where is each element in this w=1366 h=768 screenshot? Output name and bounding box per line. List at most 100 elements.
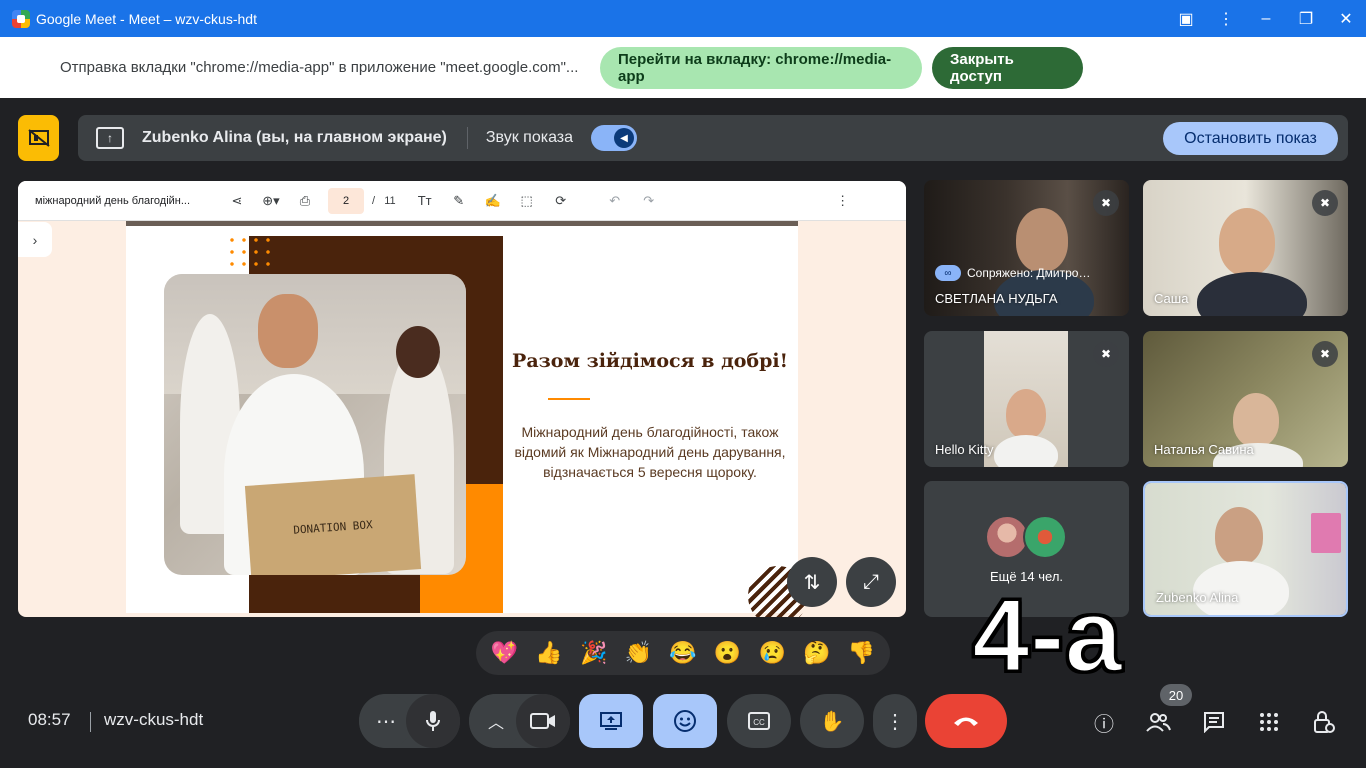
undo-icon[interactable]: ↶: [598, 193, 632, 209]
end-call-icon: [954, 717, 978, 726]
more-options-button[interactable]: ⋮: [873, 694, 917, 748]
wall-poster: [1311, 513, 1341, 553]
participant-tile[interactable]: ✖ ∞ Сопряжено: Дмитро… СВЕТЛАНА НУДЬГА: [924, 180, 1129, 316]
microphone-button[interactable]: [406, 694, 460, 748]
people-count-badge: 20: [1160, 684, 1192, 706]
window-controls: ▣ ⋮ – ❐ ✕: [1166, 0, 1366, 37]
participant-tile[interactable]: ✖ Наталья Савина: [1143, 331, 1348, 467]
fullscreen-button[interactable]: ⤢: [846, 557, 896, 607]
participant-face: [1006, 389, 1046, 439]
chat-icon[interactable]: [1197, 705, 1231, 739]
draw-icon[interactable]: ✎: [442, 193, 476, 209]
paired-device-label: ∞ Сопряжено: Дмитро…: [935, 265, 1090, 281]
slide-divider-line: [548, 398, 590, 400]
sign-icon[interactable]: ✍: [476, 193, 510, 209]
present-off-icon: [27, 129, 50, 147]
photo-person-right-head: [396, 326, 440, 378]
camera-icon: [530, 713, 555, 729]
mic-off-icon: ✖: [1093, 190, 1119, 216]
participant-tile-self[interactable]: Zubenko Alina: [1143, 481, 1348, 617]
shared-screen: міжнародний день благодійн... ⋖ ⊕▾ ⎙ 2 /…: [18, 181, 906, 617]
apps-grid-glyph: [1260, 713, 1278, 731]
reactions-button[interactable]: [653, 694, 717, 748]
more-vert-icon[interactable]: ⋮: [1206, 0, 1246, 37]
text-icon[interactable]: Tт: [408, 193, 442, 208]
presentation-warning-button[interactable]: [18, 115, 59, 161]
share-icon[interactable]: ⋖: [220, 193, 254, 209]
lock-person-glyph: [1314, 711, 1335, 733]
participant-face: [1215, 507, 1263, 565]
reaction-thumbs-down[interactable]: 👎: [842, 640, 882, 666]
leave-call-button[interactable]: [925, 694, 1007, 748]
page-total: / 11: [372, 195, 396, 207]
present-screen-button[interactable]: [579, 694, 643, 748]
emoji-icon: [674, 710, 696, 732]
raise-hand-button[interactable]: ✋: [800, 694, 864, 748]
minimize-button[interactable]: –: [1246, 0, 1286, 37]
link-icon: ∞: [935, 265, 961, 281]
reaction-crying[interactable]: 😢: [752, 640, 792, 666]
audio-options-button[interactable]: ⋯: [359, 694, 413, 748]
host-controls-icon[interactable]: [1307, 705, 1341, 739]
select-area-icon[interactable]: ⬚: [510, 193, 544, 209]
participant-name: Hello Kitty: [935, 442, 994, 457]
zoom-icon[interactable]: ⊕▾: [254, 193, 288, 209]
video-camera-icon[interactable]: ▣: [1166, 0, 1206, 37]
pdf-toolbar: міжнародний день благодійн... ⋖ ⊕▾ ⎙ 2 /…: [18, 181, 906, 221]
meeting-code: wzv-ckus-hdt: [104, 710, 204, 729]
reaction-thinking[interactable]: 🤔: [797, 640, 837, 666]
participant-shirt: [994, 435, 1058, 467]
meeting-details-icon[interactable]: ⓘ: [1087, 705, 1121, 739]
donation-box: DONATION BOX: [244, 474, 422, 575]
participant-name: Наталья Савина: [1154, 442, 1254, 457]
avatar: [1023, 515, 1067, 559]
rotate-icon[interactable]: ⟳: [544, 193, 578, 209]
present-to-all-icon: [600, 712, 622, 730]
window-title: Google Meet - Meet – wzv-ckus-hdt: [36, 10, 257, 27]
tab-sharing-notice: Отправка вкладки "chrome://media-app" в …: [0, 37, 1366, 98]
activities-icon[interactable]: [1252, 705, 1286, 739]
captions-button[interactable]: CC: [727, 694, 791, 748]
slide-body-text: Міжнародний день благодійності, також ві…: [514, 424, 786, 480]
page-number-input[interactable]: 2: [328, 187, 364, 214]
reaction-sparkling-heart[interactable]: 💖: [484, 640, 524, 666]
presentation-audio-toggle[interactable]: ◀: [591, 125, 638, 151]
mic-off-icon: ✖: [1093, 341, 1119, 367]
presentation-bar: ↑ Zubenko Alina (вы, на главном экране) …: [78, 115, 1348, 161]
reaction-clapping[interactable]: 👏: [618, 640, 658, 666]
page-count: 11: [384, 194, 396, 207]
redo-icon[interactable]: ↷: [632, 193, 666, 209]
meet-app-icon: [12, 9, 30, 28]
reaction-tears-of-joy[interactable]: 😂: [663, 640, 703, 666]
people-icon[interactable]: [1141, 705, 1175, 739]
swap-arrows-button[interactable]: ⇅: [787, 557, 837, 607]
participant-face: [1016, 208, 1068, 272]
switch-to-tab-button[interactable]: Перейти на вкладку: chrome://media-app: [600, 46, 922, 89]
reaction-party-popper[interactable]: 🎉: [574, 640, 614, 666]
reaction-thumbs-up[interactable]: 👍: [529, 640, 569, 666]
participant-name: СВЕТЛАНА НУДЬГА: [935, 291, 1058, 306]
chevron-right-icon[interactable]: ›: [18, 222, 52, 257]
restore-button[interactable]: ❐: [1286, 0, 1326, 37]
participant-tile[interactable]: ✖ Hello Kitty: [924, 331, 1129, 467]
more-options-icon[interactable]: ⋮: [826, 193, 860, 209]
video-options-button[interactable]: ︿: [469, 694, 523, 748]
participant-tile[interactable]: ✖ Саша: [1143, 180, 1348, 316]
volunteers-photo: DONATION BOX: [164, 274, 466, 575]
camera-button[interactable]: [516, 694, 570, 748]
stop-sharing-access-button[interactable]: Закрыть доступ: [932, 46, 1083, 89]
divider: [466, 127, 468, 149]
chat-glyph: [1204, 712, 1224, 733]
page-separator: /: [372, 194, 376, 207]
participant-shirt: [1193, 561, 1289, 615]
overlay-class-label: 4-а: [970, 578, 1123, 694]
people-glyph: [1146, 713, 1171, 732]
avatar-stack: [985, 515, 1067, 559]
paired-text: Сопряжено: Дмитро…: [967, 266, 1091, 280]
slide-page: DONATION BOX Разом зійдімося в добрі! Мі…: [126, 226, 808, 617]
print-icon[interactable]: ⎙: [288, 193, 322, 209]
reaction-surprised[interactable]: 😮: [708, 640, 748, 666]
close-window-button[interactable]: ✕: [1326, 0, 1366, 37]
presentation-audio-label: Звук показа: [485, 129, 574, 146]
stop-presenting-button[interactable]: Остановить показ: [1163, 122, 1338, 155]
